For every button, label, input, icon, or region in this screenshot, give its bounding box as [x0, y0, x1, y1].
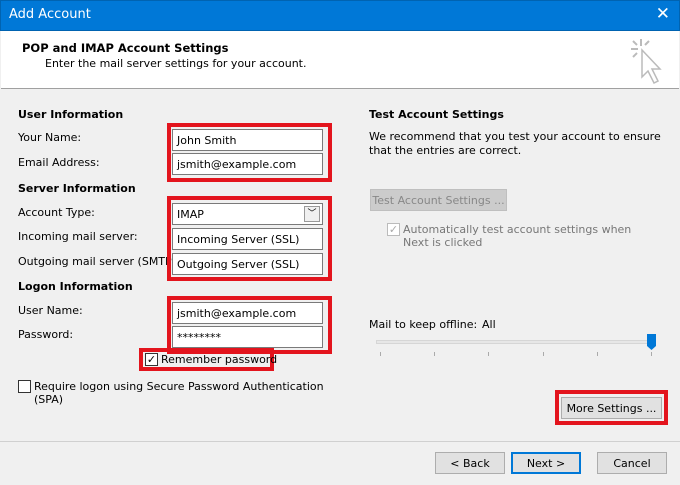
- account-type-label: Account Type:: [18, 206, 95, 219]
- footer-divider: [0, 441, 680, 442]
- auto-test-checkbox[interactable]: ✓: [387, 223, 400, 236]
- outgoing-server-input[interactable]: Outgoing Server (SSL): [172, 253, 323, 275]
- window-title: Add Account: [9, 7, 91, 22]
- incoming-server-label: Incoming mail server:: [18, 230, 138, 243]
- slider-tick: [543, 352, 544, 356]
- more-settings-button[interactable]: More Settings ...: [561, 397, 662, 419]
- account-type-value: IMAP: [177, 208, 204, 221]
- test-account-settings-button[interactable]: Test Account Settings ...: [370, 189, 507, 211]
- offline-slider-thumb[interactable]: [647, 334, 656, 350]
- page-title: POP and IMAP Account Settings: [22, 41, 229, 55]
- remember-password-label: Remember password: [161, 353, 278, 366]
- slider-tick: [488, 352, 489, 356]
- your-name-input[interactable]: John Smith: [172, 129, 323, 151]
- email-input[interactable]: jsmith@example.com: [172, 153, 323, 175]
- your-name-label: Your Name:: [18, 131, 82, 144]
- test-settings-heading: Test Account Settings: [369, 108, 504, 121]
- slider-tick: [380, 352, 381, 356]
- offline-label: Mail to keep offline:: [369, 318, 478, 331]
- test-description: We recommend that you test your account …: [369, 130, 661, 157]
- back-button[interactable]: < Back: [435, 452, 505, 474]
- account-type-select[interactable]: IMAP ﹀: [172, 203, 323, 225]
- spa-checkbox[interactable]: [18, 380, 31, 393]
- incoming-server-input[interactable]: Incoming Server (SSL): [172, 228, 323, 250]
- next-button[interactable]: Next >: [511, 452, 581, 474]
- chevron-down-icon[interactable]: ﹀: [304, 206, 320, 222]
- email-label: Email Address:: [18, 156, 100, 169]
- offline-value: All: [482, 318, 496, 331]
- cancel-button[interactable]: Cancel: [597, 452, 667, 474]
- title-bar: [0, 0, 680, 31]
- slider-tick: [651, 352, 652, 356]
- slider-tick: [434, 352, 435, 356]
- password-input[interactable]: ********: [172, 326, 323, 348]
- spa-label: Require logon using Secure Password Auth…: [34, 380, 324, 406]
- username-label: User Name:: [18, 304, 83, 317]
- user-info-heading: User Information: [18, 108, 124, 121]
- outgoing-server-label: Outgoing mail server (SMTP):: [18, 255, 180, 268]
- page-subtitle: Enter the mail server settings for your …: [45, 57, 307, 70]
- auto-test-label: Automatically test account settings when…: [403, 223, 632, 249]
- close-icon[interactable]: ✕: [656, 4, 670, 24]
- remember-password-checkbox[interactable]: ✓: [145, 353, 158, 366]
- header-panel: POP and IMAP Account Settings Enter the …: [1, 31, 679, 89]
- cursor-click-icon: [631, 39, 662, 85]
- slider-tick: [597, 352, 598, 356]
- password-label: Password:: [18, 328, 74, 341]
- username-input[interactable]: jsmith@example.com: [172, 302, 323, 324]
- logon-info-heading: Logon Information: [18, 280, 133, 293]
- server-info-heading: Server Information: [18, 182, 136, 195]
- offline-slider-track[interactable]: [376, 340, 652, 344]
